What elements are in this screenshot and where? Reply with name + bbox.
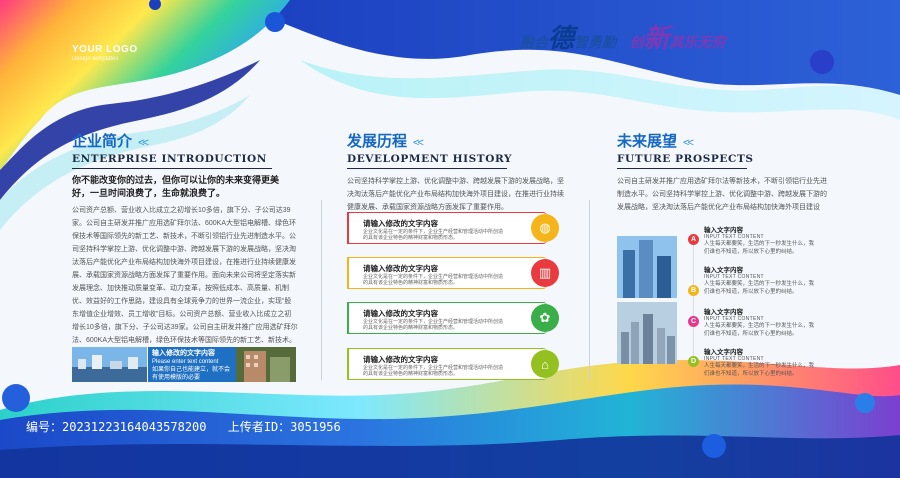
history-item-desc: 企业文化是在一定的条件下，企业生产经营和管理活动中所创造的具有该企业特色的精神财… — [363, 319, 504, 331]
logo: YOUR LOGO Design templates — [72, 44, 138, 62]
caption-body: 如果你自己也能建立，就不会有使用模版的必要 — [152, 367, 231, 381]
chart-icon: ▥ — [531, 259, 559, 287]
future-item-title: 输入文字内容 — [704, 227, 743, 234]
future-item: 输入文字内容 INPUT TEXT CONTENT 人生每天都要笑，生活的下一秒… — [704, 264, 814, 296]
future-title-cn: 未来展望 — [617, 132, 678, 150]
team-icon: ✿ — [531, 304, 559, 332]
badge-d: D — [688, 356, 699, 367]
chevron-icon: << — [683, 137, 694, 149]
slogan-part-2: 德 — [548, 24, 575, 54]
history-item: 请输入修改的文字内容 企业文化是在一定的条件下，企业生产经营和管理活动中所创造的… — [347, 302, 559, 334]
chevron-icon: << — [413, 137, 424, 149]
future-item-desc: 人生每天都要笑，生活的下一秒发生什么，我们谁也不知道，所以放下心里的纠结。 — [704, 281, 815, 295]
future-timeline-line — [693, 236, 694, 364]
slogan-part-5: 新 — [643, 24, 670, 54]
image-info: 编号：20231223164043578200 上传者ID：3051956 — [26, 418, 355, 435]
future-item: 输入文字内容 INPUT TEXT CONTENT 人生每天都要笑，生活的下一秒… — [704, 306, 814, 338]
history-item-desc: 企业文化是在一定的条件下，企业生产经营和管理活动中所创造的具有该企业特色的精神财… — [363, 274, 504, 286]
divider-1 — [321, 200, 322, 380]
future-title-en: FUTURE PROSPECTS — [617, 153, 754, 165]
future-underline — [617, 168, 747, 169]
future-item-title: 输入文字内容 — [704, 349, 743, 356]
future-body: 公司自主研发并推广应用选矿拜尔法等新技术，不断引领铝行业先进制造水平。公司坚持科… — [617, 178, 827, 211]
enterprise-quote: 你不能改变你的过去，但你可以让你的未来变得更美好，一旦时间浪费了，生命就浪费了。 — [72, 176, 280, 199]
history-item-title: 请输入修改的文字内容 — [363, 355, 438, 364]
logo-title: YOUR LOGO — [72, 44, 138, 55]
future-section: 未来展望 << FUTURE PROSPECTS 公司自主研发并推广应用选矿拜尔法… — [617, 130, 837, 214]
image-id: 编号：20231223164043578200 — [26, 420, 207, 434]
history-section: 发展历程 << DEVELOPMENT HISTORY 公司坚持科学掌控上游、优化… — [347, 130, 577, 214]
divider-2 — [589, 200, 590, 380]
future-item-desc: 人生每天都要笑，生活的下一秒发生什么，我们谁也不知道，所以放下心里的纠结。 — [704, 323, 815, 337]
history-title-en: DEVELOPMENT HISTORY — [347, 153, 513, 165]
enterprise-title-en: ENTERPRISE INTRODUCTION — [72, 153, 268, 165]
enterprise-photo-caption: 输入修改的文字内容 Please enter text content 如果你自… — [148, 347, 236, 382]
slogan-part-1: 融合 — [520, 35, 548, 51]
enterprise-body: 公司资产总额、营业收入比成立之初增长10多倍，旗下分、子公司达39家。公司自主研… — [72, 207, 298, 344]
caption-en: Please enter text content — [152, 359, 219, 365]
badge-c: C — [688, 316, 699, 327]
badge-a: A — [688, 234, 699, 245]
enterprise-section: 企业简介 << ENTERPRISE INTRODUCTION 你不能改变你的过去… — [72, 130, 312, 347]
history-item-title: 请输入修改的文字内容 — [363, 309, 438, 318]
history-body: 公司坚持科学掌控上游、优化调整中游、跨越发展下游的发展战略，坚决淘汰落后产能优化… — [347, 178, 564, 211]
future-photo-1 — [617, 236, 677, 298]
chevron-icon: << — [138, 137, 149, 149]
globe-icon: ◍ — [531, 214, 559, 242]
future-item: 输入文字内容 INPUT TEXT CONTENT 人生每天都要笑，生活的下一秒… — [704, 346, 814, 378]
history-underline — [347, 168, 507, 169]
enterprise-underline — [72, 168, 272, 169]
future-item-title: 输入文字内容 — [704, 309, 743, 316]
future-item: 输入文字内容 INPUT TEXT CONTENT 人生每天都要笑，生活的下一秒… — [704, 224, 814, 256]
uploader-id: 上传者ID：3051956 — [227, 420, 341, 434]
history-title-cn: 发展历程 — [347, 132, 408, 150]
history-item-desc: 企业文化是在一定的条件下，企业生产经营和管理活动中所创造的具有该企业特色的精神财… — [363, 229, 504, 241]
future-photo-2 — [617, 302, 677, 364]
history-item-title: 请输入修改的文字内容 — [363, 219, 438, 228]
slogan-part-6: 其乐无穷 — [669, 35, 726, 51]
caption-title: 输入修改的文字内容 — [152, 350, 215, 357]
history-item: 请输入修改的文字内容 企业文化是在一定的条件下，企业生产经营和管理活动中所创造的… — [347, 348, 559, 380]
future-item-desc: 人生每天都要笑，生活的下一秒发生什么，我们谁也不知道，所以放下心里的纠结。 — [704, 363, 815, 377]
history-item-desc: 企业文化是在一定的条件下，企业生产经营和管理活动中所创造的具有该企业特色的精神财… — [363, 365, 504, 377]
future-item-title: 输入文字内容 — [704, 267, 743, 274]
slogan: 融合德智勇勤 创新其乐无穷 — [520, 18, 726, 55]
badge-b: B — [688, 285, 699, 296]
future-item-desc: 人生每天都要笑，生活的下一秒发生什么，我们谁也不知道，所以放下心里的纠结。 — [704, 241, 815, 255]
history-item: 请输入修改的文字内容 企业文化是在一定的条件下，企业生产经营和管理活动中所创造的… — [347, 212, 559, 244]
graduation-cap-icon: ⌂ — [531, 350, 559, 378]
enterprise-photo-1 — [72, 347, 147, 382]
logo-subtitle: Design templates — [72, 56, 119, 62]
enterprise-photo-2 — [236, 347, 296, 382]
slogan-part-3: 智勇勤 — [574, 35, 617, 51]
history-item: 请输入修改的文字内容 企业文化是在一定的条件下，企业生产经营和管理活动中所创造的… — [347, 257, 559, 289]
enterprise-title-cn: 企业简介 — [72, 132, 133, 150]
history-item-title: 请输入修改的文字内容 — [363, 264, 438, 273]
slogan-part-4: 创 — [629, 35, 644, 51]
